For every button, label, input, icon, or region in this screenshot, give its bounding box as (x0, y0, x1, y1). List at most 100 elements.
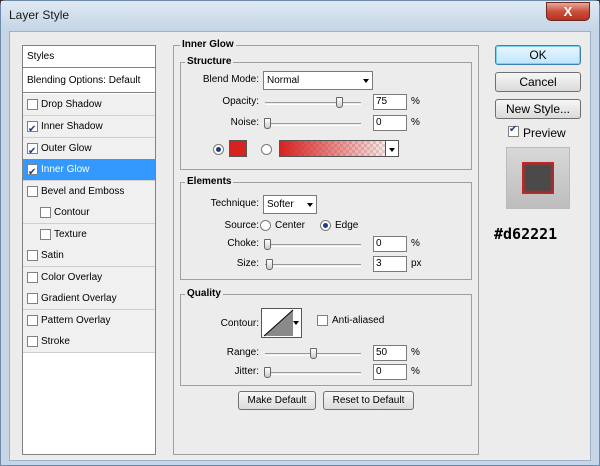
choke-slider-thumb[interactable] (264, 239, 271, 250)
jitter-input[interactable]: 0 (373, 364, 407, 380)
style-item-bevel-and-emboss[interactable]: Bevel and Emboss (23, 181, 155, 203)
size-slider[interactable] (265, 259, 361, 270)
quality-group: Quality Contour: Anti-aliased Range: 50 … (180, 288, 472, 386)
chevron-down-icon (363, 79, 369, 83)
blending-options-item[interactable]: Blending Options: Default (23, 69, 155, 93)
chevron-down-icon (293, 321, 299, 325)
style-item-inner-shadow[interactable]: Inner Shadow (23, 116, 155, 140)
contour-picker[interactable] (261, 308, 302, 338)
title-bar: Layer Style X (1, 1, 599, 31)
preview-label[interactable]: Preview (523, 126, 566, 140)
source-center-radio[interactable] (260, 220, 271, 231)
noise-slider[interactable] (264, 118, 361, 129)
solid-color-radio[interactable] (213, 144, 224, 155)
style-checkbox[interactable] (27, 336, 38, 347)
anti-aliased-label[interactable]: Anti-aliased (332, 315, 384, 326)
range-unit: % (411, 347, 420, 358)
style-checkbox[interactable] (27, 99, 38, 110)
style-item-texture[interactable]: Texture (23, 224, 155, 246)
glow-color-swatch[interactable] (229, 140, 247, 157)
new-style-button[interactable]: New Style... (495, 99, 581, 119)
blend-mode-select[interactable]: Normal (263, 71, 373, 90)
style-item-inner-glow[interactable]: Inner Glow (23, 159, 155, 183)
style-item-color-overlay[interactable]: Color Overlay (23, 267, 155, 289)
style-preview-swatch (522, 162, 554, 194)
make-default-button[interactable]: Make Default (238, 391, 316, 410)
size-label: Size: (236, 258, 259, 269)
noise-label: Noise: (230, 117, 259, 128)
style-checkbox[interactable] (27, 293, 38, 304)
source-center-label[interactable]: Center (275, 220, 305, 231)
style-item-outer-glow[interactable]: Outer Glow (23, 138, 155, 162)
source-label: Source: (224, 220, 259, 231)
opacity-unit: % (411, 96, 420, 107)
jitter-unit: % (411, 366, 420, 377)
choke-label: Choke: (227, 238, 259, 249)
source-edge-radio[interactable] (320, 220, 331, 231)
noise-unit: % (411, 117, 420, 128)
technique-select[interactable]: Softer (263, 195, 317, 214)
preview-checkbox[interactable] (508, 124, 519, 137)
style-item-satin[interactable]: Satin (23, 245, 155, 267)
contour-label: Contour: (220, 318, 259, 329)
reset-to-default-button[interactable]: Reset to Default (323, 391, 414, 410)
style-checkbox[interactable] (27, 250, 38, 261)
style-item-label: Contour (54, 207, 90, 218)
gradient-radio[interactable] (261, 144, 272, 155)
quality-title: Quality (185, 288, 223, 299)
style-item-label: Bevel and Emboss (41, 186, 125, 197)
style-checkbox[interactable] (27, 315, 38, 326)
gradient-picker[interactable] (279, 140, 399, 157)
style-checkbox[interactable] (27, 186, 38, 197)
style-item-label: Drop Shadow (41, 99, 102, 110)
choke-input[interactable]: 0 (373, 236, 407, 252)
style-item-label: Stroke (41, 336, 70, 347)
elements-group: Elements Technique: Softer Source: Cente… (180, 176, 472, 280)
choke-slider[interactable] (264, 239, 361, 250)
noise-slider-thumb[interactable] (264, 118, 271, 129)
style-item-label: Outer Glow (41, 143, 92, 154)
cancel-button[interactable]: Cancel (495, 72, 581, 92)
range-slider-thumb[interactable] (310, 348, 317, 359)
range-label: Range: (226, 347, 259, 358)
style-item-label: Inner Shadow (41, 121, 103, 132)
elements-title: Elements (185, 176, 234, 187)
style-checkbox[interactable] (27, 119, 38, 140)
style-item-pattern-overlay[interactable]: Pattern Overlay (23, 310, 155, 332)
size-input[interactable]: 3 (373, 256, 407, 272)
style-checkbox[interactable] (40, 207, 51, 218)
inner-glow-panel: Inner Glow Structure Blend Mode: Normal … (173, 39, 479, 455)
structure-group: Structure Blend Mode: Normal Opacity: 75… (180, 56, 472, 170)
style-item-gradient-overlay[interactable]: Gradient Overlay (23, 288, 155, 310)
size-unit: px (411, 258, 422, 269)
anti-aliased-checkbox[interactable] (317, 315, 328, 326)
opacity-slider[interactable] (265, 97, 361, 108)
style-preview-box (506, 147, 570, 209)
source-edge-label[interactable]: Edge (335, 220, 358, 231)
jitter-slider[interactable] (264, 367, 361, 378)
noise-input[interactable]: 0 (373, 115, 407, 131)
ok-button[interactable]: OK (495, 45, 581, 65)
range-slider[interactable] (265, 348, 361, 359)
style-item-stroke[interactable]: Stroke (23, 331, 155, 353)
style-item-label: Inner Glow (41, 164, 90, 175)
opacity-slider-thumb[interactable] (336, 97, 343, 108)
contour-curve-icon (263, 309, 294, 337)
style-item-label: Satin (41, 250, 64, 261)
styles-header[interactable]: Styles (23, 46, 155, 68)
style-checkbox[interactable] (40, 229, 51, 240)
close-button[interactable]: X (546, 2, 590, 21)
style-item-contour[interactable]: Contour (23, 202, 155, 224)
blend-mode-label: Blend Mode: (202, 74, 259, 85)
opacity-input[interactable]: 75 (373, 94, 407, 110)
size-slider-thumb[interactable] (266, 259, 273, 270)
range-input[interactable]: 50 (373, 345, 407, 361)
gradient-dropdown[interactable] (385, 140, 399, 157)
style-checkbox[interactable] (27, 141, 38, 162)
style-checkbox[interactable] (27, 162, 38, 183)
style-item-drop-shadow[interactable]: Drop Shadow (23, 94, 155, 116)
jitter-slider-thumb[interactable] (264, 367, 271, 378)
style-checkbox[interactable] (27, 272, 38, 283)
chevron-down-icon (307, 203, 313, 207)
style-item-label: Pattern Overlay (41, 315, 111, 326)
